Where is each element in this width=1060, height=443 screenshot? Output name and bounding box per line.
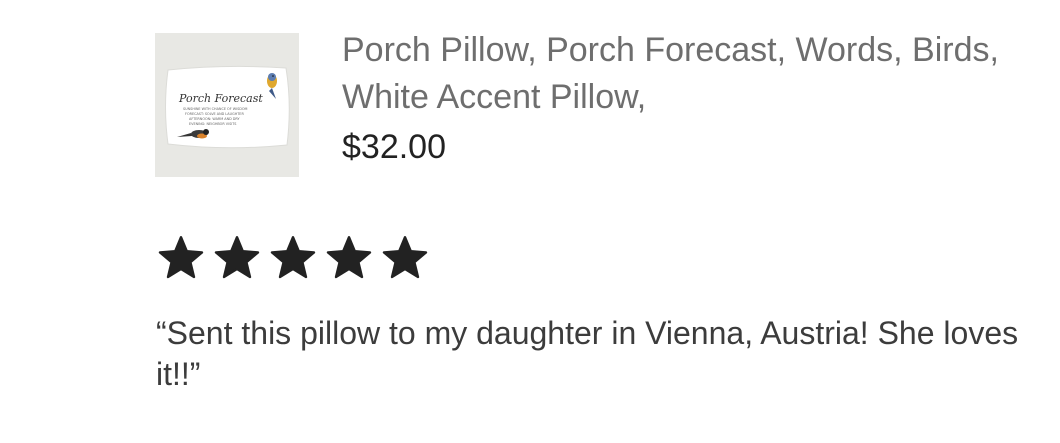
pillow-line-2: FORECAST: SOLVE AND LAUGHTER [185, 112, 244, 116]
pillow-line-3: AFTERNOON: WARM AND DRY [189, 117, 241, 121]
pillow-heading-text: Porch Forecast [178, 92, 263, 105]
pillow-line-4: EVENING: NEIGHBOR VISITS [189, 122, 236, 126]
star-rating [154, 234, 432, 282]
star-icon [158, 236, 204, 279]
product-price: $32.00 [342, 128, 446, 166]
star-icon [326, 236, 372, 279]
star-icon [214, 236, 260, 279]
pillow-product-image: Porch Forecast SUNSHINE WITH CHANCE OF W… [155, 33, 299, 177]
pillow-line-1: SUNSHINE WITH CHANCE OF WISDOM [183, 107, 248, 111]
review-text: “Sent this pillow to my daughter in Vien… [156, 315, 1019, 392]
product-thumbnail[interactable]: Porch Forecast SUNSHINE WITH CHANCE OF W… [155, 33, 299, 177]
product-title[interactable]: Porch Pillow, Porch Forecast, Words, Bir… [342, 27, 1022, 121]
star-icon [382, 236, 428, 279]
star-icon [270, 236, 316, 279]
